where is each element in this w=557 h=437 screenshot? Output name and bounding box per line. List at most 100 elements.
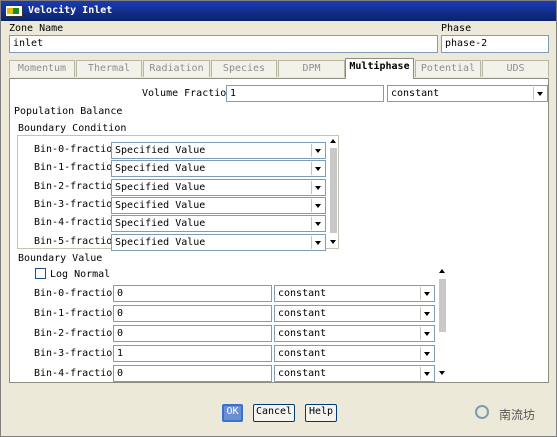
bc-bin-value: Specified Value	[115, 182, 206, 193]
ok-button[interactable]: OK	[222, 404, 243, 422]
fluent-app-icon	[5, 5, 23, 17]
chevron-down-icon[interactable]	[420, 347, 433, 360]
list-item: Bin-4-fraction 0 constant	[34, 364, 435, 382]
list-item: Bin-0-fraction Specified Value	[34, 142, 334, 160]
bv-bin-3-method-select[interactable]: constant	[274, 345, 435, 362]
bv-scroll-thumb[interactable]	[439, 279, 446, 332]
bv-bin-2-input[interactable]: 0	[113, 325, 272, 342]
chevron-down-icon[interactable]	[311, 144, 324, 157]
boundary-value-label: Boundary Value	[18, 253, 103, 264]
tab-thermal[interactable]: Thermal	[76, 60, 142, 77]
bc-bin-2-select[interactable]: Specified Value	[111, 179, 326, 196]
chevron-down-icon[interactable]	[311, 199, 324, 212]
bc-bin-value: Specified Value	[115, 218, 206, 229]
list-item: Bin-3-fraction 1 constant	[34, 344, 435, 362]
zone-name-field[interactable]: inlet	[9, 35, 438, 53]
log-normal-checkbox[interactable]	[35, 268, 46, 279]
tab-multiphase[interactable]: Multiphase	[345, 58, 414, 79]
bv-method-value: constant	[278, 348, 327, 359]
bv-bin-label: Bin-0-fraction	[34, 288, 119, 299]
chevron-down-icon[interactable]	[420, 367, 433, 380]
phase-field[interactable]: phase-2	[441, 35, 549, 53]
list-item: Bin-1-fraction Specified Value	[34, 160, 334, 178]
title-bar[interactable]: Velocity Inlet	[1, 1, 556, 21]
bv-bin-0-input[interactable]: 0	[113, 285, 272, 302]
bc-bin-label: Bin-5-fraction	[34, 236, 119, 247]
tab-momentum[interactable]: Momentum	[9, 60, 75, 77]
bc-bin-value: Specified Value	[115, 237, 206, 248]
tab-uds[interactable]: UDS	[482, 60, 549, 77]
chevron-down-icon[interactable]	[420, 307, 433, 320]
bc-scroll-thumb[interactable]	[330, 148, 337, 233]
wechat-logo-icon	[475, 405, 489, 419]
chevron-down-icon[interactable]	[420, 327, 433, 340]
list-item: Bin-3-fraction Specified Value	[34, 197, 334, 215]
bv-bin-label: Bin-4-fraction	[34, 368, 119, 379]
chevron-down-icon[interactable]	[311, 236, 324, 249]
arrow-up-icon[interactable]	[439, 269, 445, 273]
zone-name-label: Zone Name	[9, 23, 64, 34]
volume-fraction-method-value: constant	[391, 88, 440, 99]
bc-bin-3-select[interactable]: Specified Value	[111, 197, 326, 214]
bv-bin-1-method-select[interactable]: constant	[274, 305, 435, 322]
bv-bin-4-method-select[interactable]: constant	[274, 365, 435, 382]
bv-scrollbar[interactable]	[437, 267, 447, 379]
list-item: Bin-2-fraction Specified Value	[34, 179, 334, 197]
bv-method-value: constant	[278, 368, 327, 379]
tab-potential[interactable]: Potential	[415, 60, 481, 77]
tab-species[interactable]: Species	[211, 60, 277, 77]
volume-fraction-label: Volume Fraction	[142, 88, 233, 99]
chevron-down-icon[interactable]	[533, 87, 546, 100]
chevron-down-icon[interactable]	[311, 217, 324, 230]
bc-bin-label: Bin-1-fraction	[34, 162, 119, 173]
boundary-condition-label: Boundary Condition	[18, 123, 127, 134]
watermark-text: 南流坊	[499, 408, 536, 422]
bv-bin-label: Bin-1-fraction	[34, 308, 119, 319]
volume-fraction-input[interactable]: 1	[226, 85, 384, 102]
chevron-down-icon[interactable]	[311, 181, 324, 194]
bc-bin-5-select[interactable]: Specified Value	[111, 234, 326, 251]
list-item: Bin-2-fraction 0 constant	[34, 324, 435, 342]
bc-bin-0-select[interactable]: Specified Value	[111, 142, 326, 159]
tab-radiation[interactable]: Radiation	[143, 60, 210, 77]
phase-label: Phase	[441, 23, 472, 34]
bv-bin-label: Bin-3-fraction	[34, 348, 119, 359]
bc-scrollbar[interactable]	[328, 136, 338, 248]
list-item: Bin-1-fraction 0 constant	[34, 304, 435, 322]
multiphase-panel: Volume Fraction 1 constant Population Ba…	[9, 78, 549, 383]
bc-bin-label: Bin-3-fraction	[34, 199, 119, 210]
arrow-up-icon[interactable]	[330, 139, 336, 143]
chevron-down-icon[interactable]	[311, 162, 324, 175]
bv-bin-label: Bin-2-fraction	[34, 328, 119, 339]
arrow-down-icon[interactable]	[439, 371, 445, 375]
velocity-inlet-dialog: Velocity Inlet Zone Name inlet Phase pha…	[0, 0, 557, 437]
bc-bin-value: Specified Value	[115, 200, 206, 211]
bc-bin-4-select[interactable]: Specified Value	[111, 215, 326, 232]
population-balance-label: Population Balance	[14, 106, 123, 117]
help-button[interactable]: Help	[305, 404, 337, 422]
volume-fraction-method-select[interactable]: constant	[387, 85, 548, 102]
bc-bin-label: Bin-4-fraction	[34, 217, 119, 228]
bv-bin-4-input[interactable]: 0	[113, 365, 272, 382]
bc-bin-label: Bin-2-fraction	[34, 181, 119, 192]
bc-bin-value: Specified Value	[115, 145, 206, 156]
cancel-button[interactable]: Cancel	[253, 404, 295, 422]
bv-bin-0-method-select[interactable]: constant	[274, 285, 435, 302]
bv-bin-3-input[interactable]: 1	[113, 345, 272, 362]
chevron-down-icon[interactable]	[420, 287, 433, 300]
boundary-value-list: Bin-0-fraction 0 constant Bin-1-fraction…	[34, 284, 444, 384]
window-title: Velocity Inlet	[28, 5, 113, 16]
list-item: Bin-4-fraction Specified Value	[34, 215, 334, 233]
bc-bin-value: Specified Value	[115, 163, 206, 174]
bv-method-value: constant	[278, 328, 327, 339]
bv-bin-1-input[interactable]: 0	[113, 305, 272, 322]
log-normal-label: Log Normal	[50, 269, 111, 280]
list-item: Bin-0-fraction 0 constant	[34, 284, 435, 302]
bv-method-value: constant	[278, 288, 327, 299]
bv-method-value: constant	[278, 308, 327, 319]
tab-dpm[interactable]: DPM	[278, 60, 345, 77]
bc-bin-1-select[interactable]: Specified Value	[111, 160, 326, 177]
arrow-down-icon[interactable]	[330, 240, 336, 244]
bv-bin-2-method-select[interactable]: constant	[274, 325, 435, 342]
tab-bar: Momentum Thermal Radiation Species DPM M…	[9, 58, 549, 79]
